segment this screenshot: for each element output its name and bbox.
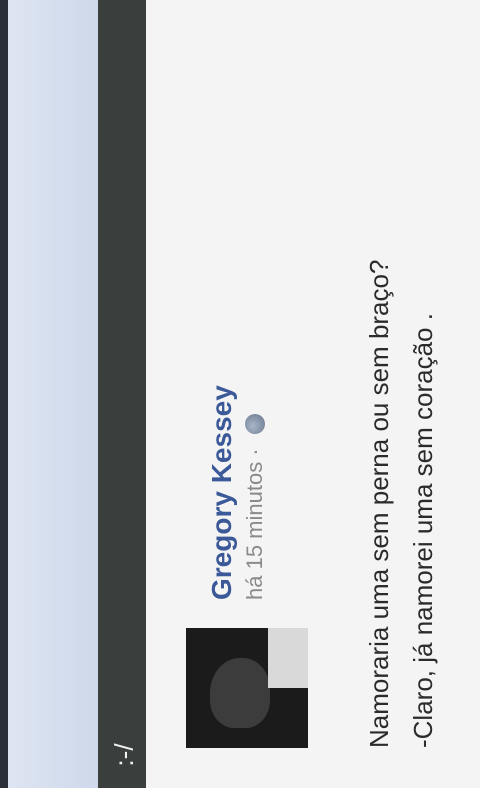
- post-time[interactable]: há 15 minutos ·: [242, 448, 268, 600]
- background-panel: [0, 0, 98, 788]
- app-bar: [98, 0, 146, 788]
- author-name[interactable]: Gregory Kessey: [206, 385, 238, 600]
- app-bar-title: :-/: [109, 743, 139, 767]
- screen-edge: [0, 0, 8, 788]
- avatar-face: [210, 658, 270, 728]
- avatar-background: [268, 628, 308, 688]
- post-text-line-2: -Claro, já namorei uma sem coração .: [408, 313, 438, 748]
- post-meta: há 15 minutos ·: [242, 414, 268, 600]
- globe-icon[interactable]: [245, 414, 265, 435]
- avatar[interactable]: [186, 628, 308, 748]
- post: Gregory Kessey há 15 minutos · Namoraria…: [146, 0, 480, 788]
- post-text-line-1: Namoraria uma sem perna ou sem braço?: [364, 259, 394, 748]
